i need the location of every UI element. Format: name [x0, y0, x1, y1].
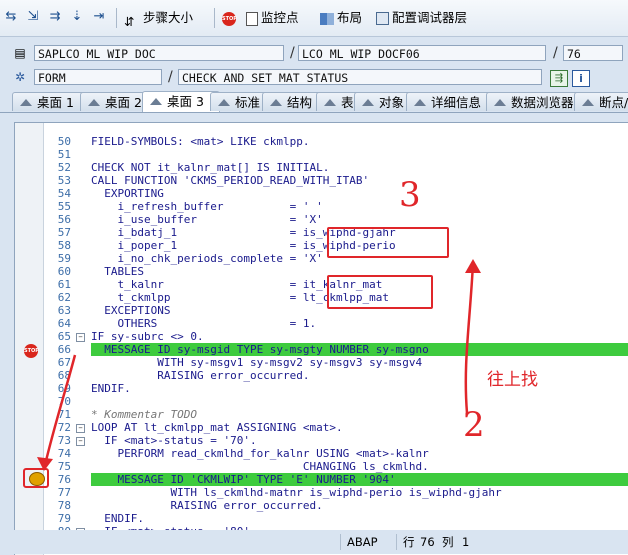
status-col-value: 1 — [462, 535, 470, 549]
include-field[interactable]: LCO_ML_WIP_DOCF06 — [298, 45, 546, 61]
tab-desktop-1[interactable]: 桌面 1 — [12, 92, 90, 111]
slash-separator: / — [553, 45, 558, 61]
slash-separator: / — [168, 69, 173, 85]
breakpoint-button[interactable]: STOP — [222, 8, 239, 28]
watchpoint-button[interactable]: 监控点 — [246, 8, 299, 28]
status-language: ABAP — [340, 534, 397, 550]
new-session-icon[interactable]: ⇆ — [2, 9, 20, 25]
program-field[interactable]: SAPLCO_ML_WIP_DOC — [34, 45, 284, 61]
up-arrow — [464, 262, 475, 414]
desktop-tabs: 桌面 1 桌面 2 桌面 3 标准 结构 表 对象 详细信息 数据浏览器 断点/ — [0, 90, 628, 113]
tab-triangle-icon — [494, 99, 506, 106]
toolbar-separator — [116, 8, 117, 28]
info-icon[interactable]: i — [572, 70, 590, 87]
line-number-field[interactable]: 76 — [563, 45, 623, 61]
tab-data-explorer[interactable]: 数据浏览器 — [486, 92, 586, 111]
single-step-icon[interactable]: ⇲ — [24, 9, 42, 25]
tab-triangle-icon — [218, 99, 230, 106]
status-col-label: 列 — [442, 535, 454, 549]
execute-icon[interactable]: ⇉ — [46, 9, 64, 25]
tab-triangle-icon — [270, 99, 282, 106]
event-name-field[interactable]: CHECK_AND_SET_MAT_STATUS — [178, 69, 542, 85]
status-bar: ABAP 行 76 列 1 — [0, 530, 628, 554]
event-type-field[interactable]: FORM — [34, 69, 162, 85]
layout-label: 布局 — [337, 10, 363, 25]
annotation-note: 往上找 — [487, 370, 538, 390]
stop-icon: STOP — [222, 11, 237, 26]
tab-triangle-icon — [414, 99, 426, 106]
config-icon — [376, 12, 389, 25]
debugger-toolbar: ⇆ ⇲ ⇉ ⇣ ⇥ ⇵ 步骤大小 STOP 监控点 布局 配置调试器层 — [0, 0, 628, 37]
tab-triangle-icon — [362, 99, 374, 106]
step-size-icon: ⇵ — [124, 13, 135, 29]
down-arrow — [43, 354, 77, 466]
return-icon[interactable]: ⇣ — [68, 9, 86, 25]
document-icon — [246, 11, 258, 26]
down-arrow-head — [37, 457, 53, 471]
tab-details[interactable]: 详细信息 — [406, 92, 496, 111]
source-code-icon[interactable]: ⇶ — [550, 70, 568, 87]
tab-triangle-icon — [20, 99, 32, 106]
annotation-number-3: 3 — [399, 175, 421, 215]
tab-breakpoints[interactable]: 断点/ — [574, 92, 628, 111]
continue-icon[interactable]: ⇥ — [90, 9, 108, 25]
program-row: ▤ SAPLCO_ML_WIP_DOC / LCO_ML_WIP_DOCF06 … — [0, 42, 628, 66]
annotation-number-2: 2 — [463, 405, 485, 445]
tab-desktop-3[interactable]: 桌面 3 — [142, 91, 220, 112]
up-arrow-head — [465, 259, 481, 273]
watchpoint-label: 监控点 — [261, 10, 299, 25]
layout-icon — [320, 12, 334, 25]
tab-triangle-icon — [88, 99, 100, 106]
tab-triangle-icon — [150, 98, 162, 105]
configure-debugger-label: 配置调试器层 — [392, 10, 468, 25]
tab-triangle-icon — [324, 99, 336, 106]
step-size-button[interactable]: ⇵ 步骤大小 — [124, 8, 194, 29]
slash-separator: / — [290, 45, 295, 61]
status-line-value: 76 — [420, 535, 435, 549]
step-size-label: 步骤大小 — [143, 10, 194, 25]
source-editor[interactable]: 50 FIELD-SYMBOLS: <mat> LIKE ckmlpp. 51 52 C… — [14, 122, 628, 555]
event-icon: ✲ — [14, 70, 26, 84]
event-row: ✲ FORM / CHECK_AND_SET_MAT_STATUS ⇶ i — [0, 66, 628, 90]
configure-debugger-button[interactable]: 配置调试器层 — [376, 8, 467, 28]
program-icon: ▤ — [14, 46, 26, 60]
layout-button[interactable]: 布局 — [320, 8, 362, 28]
annotation-arrows — [37, 259, 481, 471]
tab-triangle-icon — [582, 99, 594, 106]
toolbar-separator — [214, 8, 215, 28]
